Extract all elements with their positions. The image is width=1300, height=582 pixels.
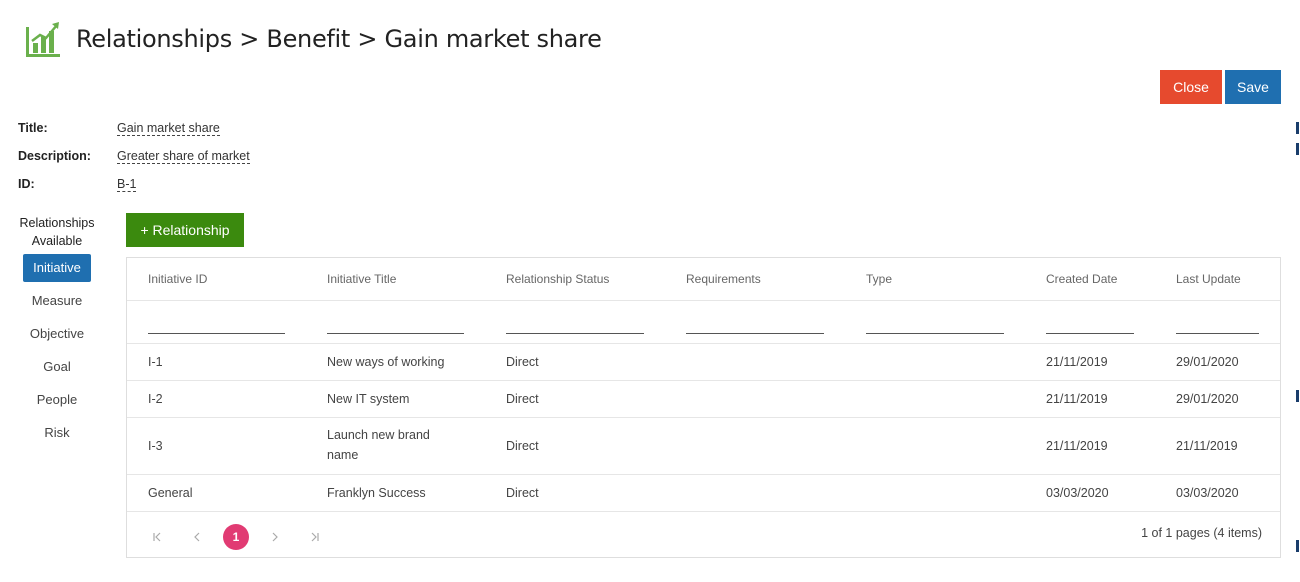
pager-info: 1 of 1 pages (4 items) (1141, 526, 1262, 540)
description-label: Description: (18, 149, 91, 163)
scroll-mark (1296, 540, 1299, 552)
rel-item-risk[interactable]: Risk (14, 419, 100, 447)
relationships-nav: Relationships Available Initiative Measu… (14, 214, 100, 452)
table-row[interactable]: General Franklyn Success Direct 03/03/20… (127, 475, 1280, 512)
table-row[interactable]: I-1 New ways of working Direct 21/11/201… (127, 344, 1280, 381)
filter-input-initiative-title[interactable] (327, 333, 464, 334)
prev-page-icon[interactable] (184, 524, 210, 550)
cell-initiative-title: New IT system (327, 392, 410, 406)
cell-relationship-status: Direct (506, 439, 539, 453)
filter-input-relationship-status[interactable] (506, 333, 644, 334)
column-header-initiative-title[interactable]: Initiative Title (327, 272, 396, 286)
filter-input-requirements[interactable] (686, 333, 824, 334)
page-header: Relationships > Benefit > Gain market sh… (24, 18, 602, 60)
add-relationship-button[interactable]: + Relationship (126, 213, 244, 247)
rel-item-objective[interactable]: Objective (14, 320, 100, 348)
filter-input-type[interactable] (866, 333, 1004, 334)
column-header-created-date[interactable]: Created Date (1046, 272, 1117, 286)
rel-item-measure[interactable]: Measure (14, 287, 100, 315)
rel-item-people[interactable]: People (14, 386, 100, 414)
grid-header: Initiative ID Initiative Title Relations… (127, 258, 1280, 301)
title-field-row: Title: Gain market share (18, 114, 250, 142)
title-value[interactable]: Gain market share (117, 121, 220, 136)
filter-input-initiative-id[interactable] (148, 333, 285, 334)
cell-created-date: 03/03/2020 (1046, 486, 1109, 500)
cell-last-update: 29/01/2020 (1176, 355, 1239, 369)
cell-initiative-id: General (148, 486, 193, 500)
pager: 1 1 of 1 pages (4 items) (127, 511, 1280, 557)
cell-initiative-id: I-2 (148, 392, 163, 406)
cell-last-update: 03/03/2020 (1176, 486, 1239, 500)
cell-created-date: 21/11/2019 (1046, 439, 1108, 453)
page-button-current[interactable]: 1 (223, 524, 249, 550)
description-value[interactable]: Greater share of market (117, 149, 250, 164)
table-row[interactable]: I-3 Launch new brand name Direct 21/11/2… (127, 418, 1280, 475)
cell-relationship-status: Direct (506, 392, 539, 406)
id-field-row: ID: B-1 (18, 170, 250, 198)
id-value[interactable]: B-1 (117, 177, 137, 192)
filter-input-created-date[interactable] (1046, 333, 1134, 334)
rel-item-goal[interactable]: Goal (14, 353, 100, 381)
column-header-type[interactable]: Type (866, 272, 892, 286)
column-header-requirements[interactable]: Requirements (686, 272, 761, 286)
column-header-last-update[interactable]: Last Update (1176, 272, 1241, 286)
bar-chart-growth-icon (26, 22, 60, 57)
scroll-mark (1296, 390, 1299, 402)
cell-initiative-id: I-3 (148, 439, 163, 453)
cell-initiative-title: Launch new brand name (327, 428, 430, 462)
save-button[interactable]: Save (1225, 70, 1281, 104)
cell-created-date: 21/11/2019 (1046, 355, 1108, 369)
relationships-heading: Relationships Available (19, 216, 95, 248)
column-header-relationship-status[interactable]: Relationship Status (506, 272, 609, 286)
scroll-mark (1296, 122, 1299, 134)
cell-relationship-status: Direct (506, 486, 539, 500)
filter-row (127, 301, 1280, 344)
last-page-icon[interactable] (301, 524, 327, 550)
rel-item-initiative[interactable]: Initiative (23, 254, 91, 282)
cell-initiative-title: Franklyn Success (327, 486, 426, 500)
right-edge-scrollbar[interactable] (1296, 0, 1300, 582)
scroll-mark (1296, 143, 1299, 155)
benefit-fields: Title: Gain market share Description: Gr… (18, 114, 250, 198)
column-header-initiative-id[interactable]: Initiative ID (148, 272, 207, 286)
description-field-row: Description: Greater share of market (18, 142, 250, 170)
cell-created-date: 21/11/2019 (1046, 392, 1108, 406)
first-page-icon[interactable] (145, 524, 171, 550)
next-page-icon[interactable] (262, 524, 288, 550)
page-title: Relationships > Benefit > Gain market sh… (76, 25, 602, 53)
filter-input-last-update[interactable] (1176, 333, 1259, 334)
cell-last-update: 21/11/2019 (1176, 439, 1238, 453)
table-row[interactable]: I-2 New IT system Direct 21/11/2019 29/0… (127, 381, 1280, 418)
cell-initiative-id: I-1 (148, 355, 163, 369)
cell-last-update: 29/01/2020 (1176, 392, 1239, 406)
title-label: Title: (18, 121, 48, 135)
cell-relationship-status: Direct (506, 355, 539, 369)
cell-initiative-title: New ways of working (327, 355, 445, 369)
close-button[interactable]: Close (1160, 70, 1222, 104)
relationships-grid: Initiative ID Initiative Title Relations… (126, 257, 1281, 558)
id-label: ID: (18, 177, 35, 191)
